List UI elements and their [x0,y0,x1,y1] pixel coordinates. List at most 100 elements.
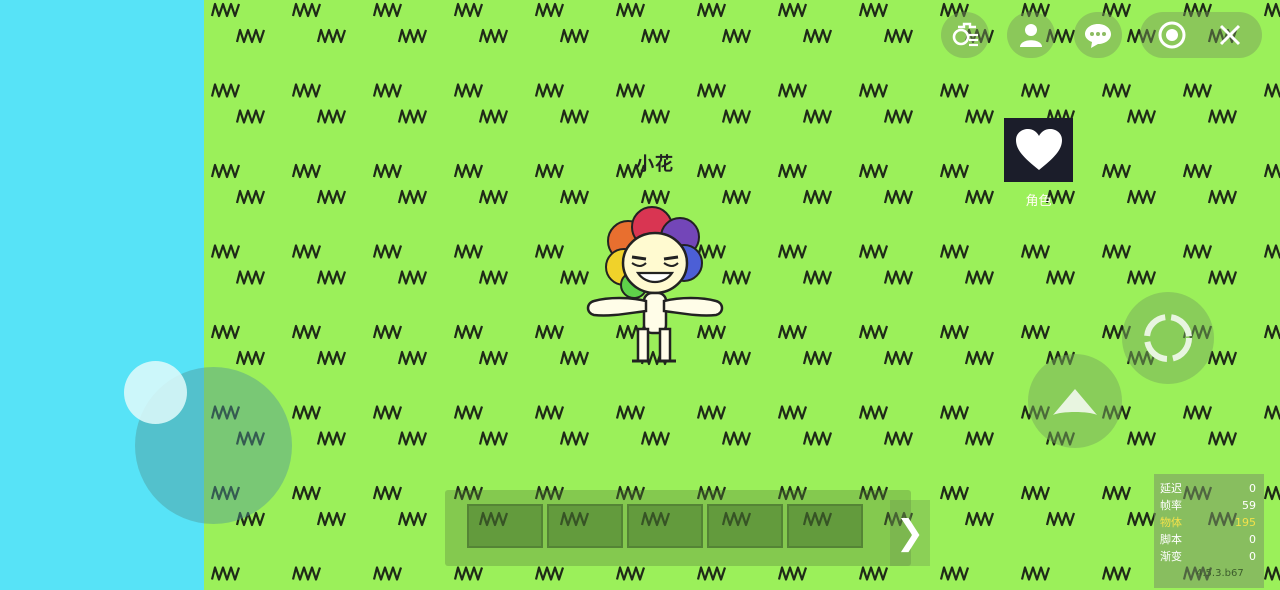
grass-scribble [939,244,970,259]
stat-label: 脚本 [1160,533,1182,546]
grass-scribble [478,189,509,205]
grass-scribble [1263,163,1280,179]
grass-scribble [858,244,889,259]
grass-scribble [777,2,808,18]
hotbar-slot[interactable] [547,504,623,548]
action-button[interactable] [1122,292,1214,384]
grass-scribble [453,2,484,18]
grass-scribble [453,566,484,581]
joystick-knob[interactable] [124,361,187,424]
item-settings-button[interactable] [941,12,989,58]
hotbar-slot[interactable] [627,504,703,548]
grass-scribble [534,163,565,179]
grass-scribble [316,270,347,285]
grass-scribble [478,431,509,446]
grass-scribble [964,189,995,205]
grass-scribble [1126,431,1157,446]
grass-scribble [1207,189,1238,205]
jump-button[interactable] [1028,354,1122,448]
hotbar-slot[interactable] [467,504,543,548]
heart-icon [1015,129,1062,170]
grass-scribble [615,566,646,581]
grass-scribble [1126,270,1157,285]
grass-scribble [1207,109,1238,124]
grass-scribble [721,109,752,124]
version-label: 4.5.3.b67 [1196,568,1244,579]
grass-scribble [397,109,428,124]
grass-scribble [721,431,752,446]
grass-scribble [939,405,970,420]
profile-button[interactable] [1007,12,1055,58]
grass-scribble [316,350,347,366]
grass-scribble [696,405,727,420]
grass-scribble [1020,324,1051,340]
stat-row: 物体 195 [1160,514,1264,531]
stat-label: 帧率 [1160,499,1182,512]
close-icon [1219,24,1241,46]
grass-scribble [235,28,266,44]
grass-scribble [291,405,322,420]
grass-scribble [372,163,403,179]
grass-scribble [1101,244,1132,259]
grass-scribble [235,189,266,205]
grass-scribble [721,189,752,205]
stat-value: 195 [1235,516,1256,529]
person-icon [1020,24,1042,47]
stat-row: 脚本 0 [1160,531,1264,548]
grass-scribble [397,28,428,44]
grass-scribble [291,324,322,340]
grass-scribble [478,28,509,44]
grass-scribble [1263,324,1280,340]
grass-scribble [1263,485,1280,501]
close-button[interactable] [1206,12,1254,58]
hotbar-slot[interactable] [707,504,783,548]
grass-scribble [1126,189,1157,205]
record-icon [1158,21,1186,49]
character-panel-button[interactable] [1004,118,1073,182]
hotbar-slot[interactable] [787,504,863,548]
grass-scribble [964,270,995,285]
grass-scribble [372,2,403,18]
grass-scribble [397,350,428,366]
grass-scribble [802,28,833,44]
grass-scribble [291,485,322,501]
grass-scribble [802,431,833,446]
grass-scribble [1263,83,1280,98]
grass-scribble [316,28,347,44]
grass-scribble [1263,244,1280,259]
grass-scribble [559,109,590,124]
grass-scribble [858,83,889,98]
grass-scribble [1020,83,1051,98]
grass-scribble [883,350,914,366]
grass-scribble [316,189,347,205]
chat-button[interactable] [1074,12,1122,58]
grass-scribble [1263,405,1280,420]
grass-scribble [453,83,484,98]
grass-scribble [1020,566,1051,581]
grass-scribble [777,163,808,179]
chevron-right-icon: ❯ [895,513,925,553]
grass-scribble [802,109,833,124]
arrow-up-icon [1053,389,1097,415]
grass-scribble [858,324,889,340]
grass-scribble [1101,83,1132,98]
grass-scribble [939,163,970,179]
grass-scribble [397,189,428,205]
grass-scribble [858,163,889,179]
record-button[interactable] [1148,12,1196,58]
grass-scribble [1182,163,1213,179]
flower-character[interactable] [580,205,730,370]
grass-scribble [883,28,914,44]
stat-row: 帧率 59 [1160,497,1264,514]
grass-scribble [291,2,322,18]
grass-scribble [478,109,509,124]
grass-scribble [372,566,403,581]
grass-scribble [777,244,808,259]
grass-scribble [640,109,671,124]
hotbar-next-button[interactable]: ❯ [890,500,930,566]
grass-scribble [964,431,995,446]
grass-scribble [534,405,565,420]
grass-scribble [1207,350,1238,366]
grass-scribble [1045,511,1076,527]
grass-scribble [235,109,266,124]
